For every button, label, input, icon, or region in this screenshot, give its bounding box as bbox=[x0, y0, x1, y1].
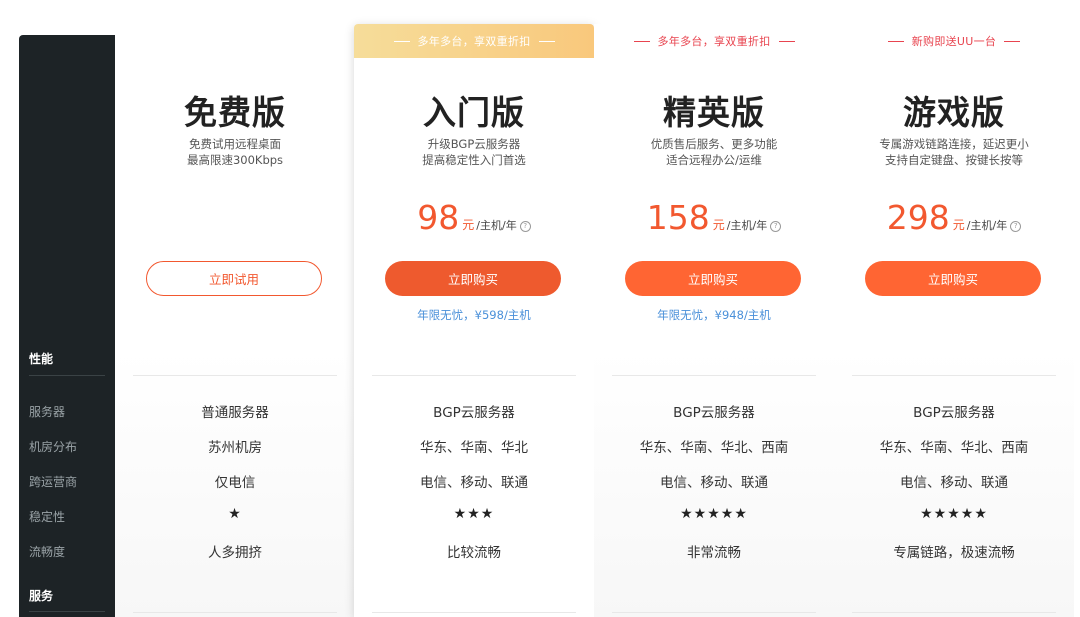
price-period: /主机/年 bbox=[966, 219, 1008, 232]
plan-name: 游戏版 bbox=[903, 93, 1005, 132]
feature-smoothness: 人多拥挤 bbox=[208, 545, 262, 561]
promo-banner: 多年多台，享双重折扣 bbox=[354, 24, 594, 58]
plan-desc-line2: 提高稳定性入门首选 bbox=[422, 153, 526, 167]
sidebar-divider bbox=[29, 375, 105, 376]
feature-stability-stars: ★★★ bbox=[453, 506, 495, 522]
promo-banner: 多年多台，享双重折扣 bbox=[594, 24, 834, 58]
feature-carrier: 仅电信 bbox=[214, 475, 256, 491]
plan-desc-line1: 免费试用远程桌面 bbox=[189, 137, 281, 151]
plan-desc-line2: 适合远程办公/运维 bbox=[666, 153, 762, 167]
multi-year-price-note[interactable]: 年限无忧，¥948/主机 bbox=[594, 307, 834, 323]
feature-datacenter: 华东、华南、华北、西南 bbox=[639, 440, 789, 456]
feature-carrier: 电信、移动、联通 bbox=[900, 475, 1008, 491]
plan-card-entry: 多年多台，享双重折扣 入门版 升级BGP云服务器 提高稳定性入门首选 98 元/主… bbox=[354, 24, 594, 617]
plan-card-game: 新购即送UU一台 游戏版 专属游戏链路连接，延迟更小 支持自定键盘、按键长按等 … bbox=[834, 24, 1074, 617]
feature-datacenter: 苏州机房 bbox=[208, 440, 262, 456]
feature-server: BGP云服务器 bbox=[913, 405, 995, 421]
feature-server: BGP云服务器 bbox=[673, 405, 755, 421]
question-icon[interactable]: ? bbox=[1010, 221, 1022, 232]
section-service-label: 服务 bbox=[29, 589, 54, 603]
price-unit: 元 bbox=[462, 218, 475, 232]
plan-desc-line1: 专属游戏链路连接，延迟更小 bbox=[879, 137, 1029, 151]
row-label-smoothness: 流畅度 bbox=[29, 545, 66, 559]
plan-card-free: 免费版 免费试用远程桌面 最高限速300Kbps 立即试用 普通服务器 苏州机房… bbox=[115, 24, 355, 617]
plan-name: 免费版 bbox=[184, 93, 286, 132]
sidebar-divider bbox=[29, 611, 105, 612]
banner-dash bbox=[393, 40, 410, 42]
feature-stability-stars: ★ bbox=[228, 506, 242, 522]
divider bbox=[133, 375, 337, 376]
promo-banner: 新购即送UU一台 bbox=[834, 24, 1074, 58]
price-unit: 元 bbox=[712, 218, 725, 232]
feature-stability-stars: ★★★★★ bbox=[920, 506, 988, 522]
row-label-stability: 稳定性 bbox=[29, 510, 66, 524]
banner-dash bbox=[887, 40, 904, 42]
multi-year-price-note[interactable]: 年限无忧，¥598/主机 bbox=[354, 307, 594, 323]
question-icon[interactable]: ? bbox=[519, 221, 531, 232]
feature-smoothness: 专属链路，极速流畅 bbox=[893, 545, 1015, 561]
divider bbox=[372, 612, 576, 613]
feature-smoothness: 比较流畅 bbox=[447, 545, 501, 561]
feature-smoothness: 非常流畅 bbox=[687, 545, 741, 561]
buy-now-button[interactable]: 立即购买 bbox=[625, 261, 801, 296]
feature-carrier: 电信、移动、联通 bbox=[660, 475, 768, 491]
feature-sidebar: 性能 服务器 机房分布 跨运营商 稳定性 流畅度 服务 bbox=[19, 35, 115, 617]
row-label-carrier: 跨运营商 bbox=[29, 475, 78, 489]
divider bbox=[852, 375, 1056, 376]
price-amount: 98 bbox=[417, 198, 460, 237]
divider bbox=[133, 612, 337, 613]
feature-datacenter: 华东、华南、华北、西南 bbox=[879, 440, 1029, 456]
plan-price: 158 元/主机/年? bbox=[594, 198, 834, 237]
price-unit: 元 bbox=[952, 218, 965, 232]
promo-text: 多年多台，享双重折扣 bbox=[417, 35, 531, 48]
promo-text: 多年多台，享双重折扣 bbox=[657, 35, 771, 48]
price-amount: 158 bbox=[646, 198, 710, 237]
question-icon[interactable]: ? bbox=[770, 221, 782, 232]
try-now-button[interactable]: 立即试用 bbox=[146, 261, 322, 296]
divider bbox=[372, 375, 576, 376]
buy-now-button[interactable]: 立即购买 bbox=[865, 261, 1041, 296]
plan-desc-line1: 优质售后服务、更多功能 bbox=[650, 137, 778, 151]
section-performance-label: 性能 bbox=[29, 352, 54, 366]
banner-dash bbox=[633, 40, 650, 42]
promo-text: 新购即送UU一台 bbox=[911, 35, 997, 48]
price-amount: 298 bbox=[886, 198, 950, 237]
row-label-server: 服务器 bbox=[29, 405, 66, 419]
plan-desc-line1: 升级BGP云服务器 bbox=[427, 137, 521, 151]
plan-desc-line2: 支持自定键盘、按键长按等 bbox=[885, 153, 1023, 167]
banner-dash bbox=[1004, 40, 1021, 42]
plan-name: 精英版 bbox=[663, 93, 765, 132]
buy-now-button[interactable]: 立即购买 bbox=[385, 261, 561, 296]
feature-server: 普通服务器 bbox=[201, 405, 269, 421]
feature-server: BGP云服务器 bbox=[433, 405, 515, 421]
plan-card-elite: 多年多台，享双重折扣 精英版 优质售后服务、更多功能 适合远程办公/运维 158… bbox=[594, 24, 834, 617]
feature-carrier: 电信、移动、联通 bbox=[420, 475, 528, 491]
divider bbox=[852, 612, 1056, 613]
divider bbox=[612, 375, 816, 376]
banner-dash bbox=[778, 40, 795, 42]
price-period: /主机/年 bbox=[476, 219, 517, 232]
feature-stability-stars: ★★★★★ bbox=[680, 506, 748, 522]
divider bbox=[612, 612, 816, 613]
feature-datacenter: 华东、华南、华北 bbox=[420, 440, 528, 456]
price-period: /主机/年 bbox=[726, 219, 768, 232]
plan-desc-line2: 最高限速300Kbps bbox=[186, 153, 284, 167]
plan-name: 入门版 bbox=[423, 93, 525, 132]
row-label-datacenter: 机房分布 bbox=[29, 440, 78, 454]
plan-price: 98 元/主机/年? bbox=[354, 198, 594, 237]
plan-price: 298 元/主机/年? bbox=[834, 198, 1074, 237]
banner-dash bbox=[538, 40, 555, 42]
